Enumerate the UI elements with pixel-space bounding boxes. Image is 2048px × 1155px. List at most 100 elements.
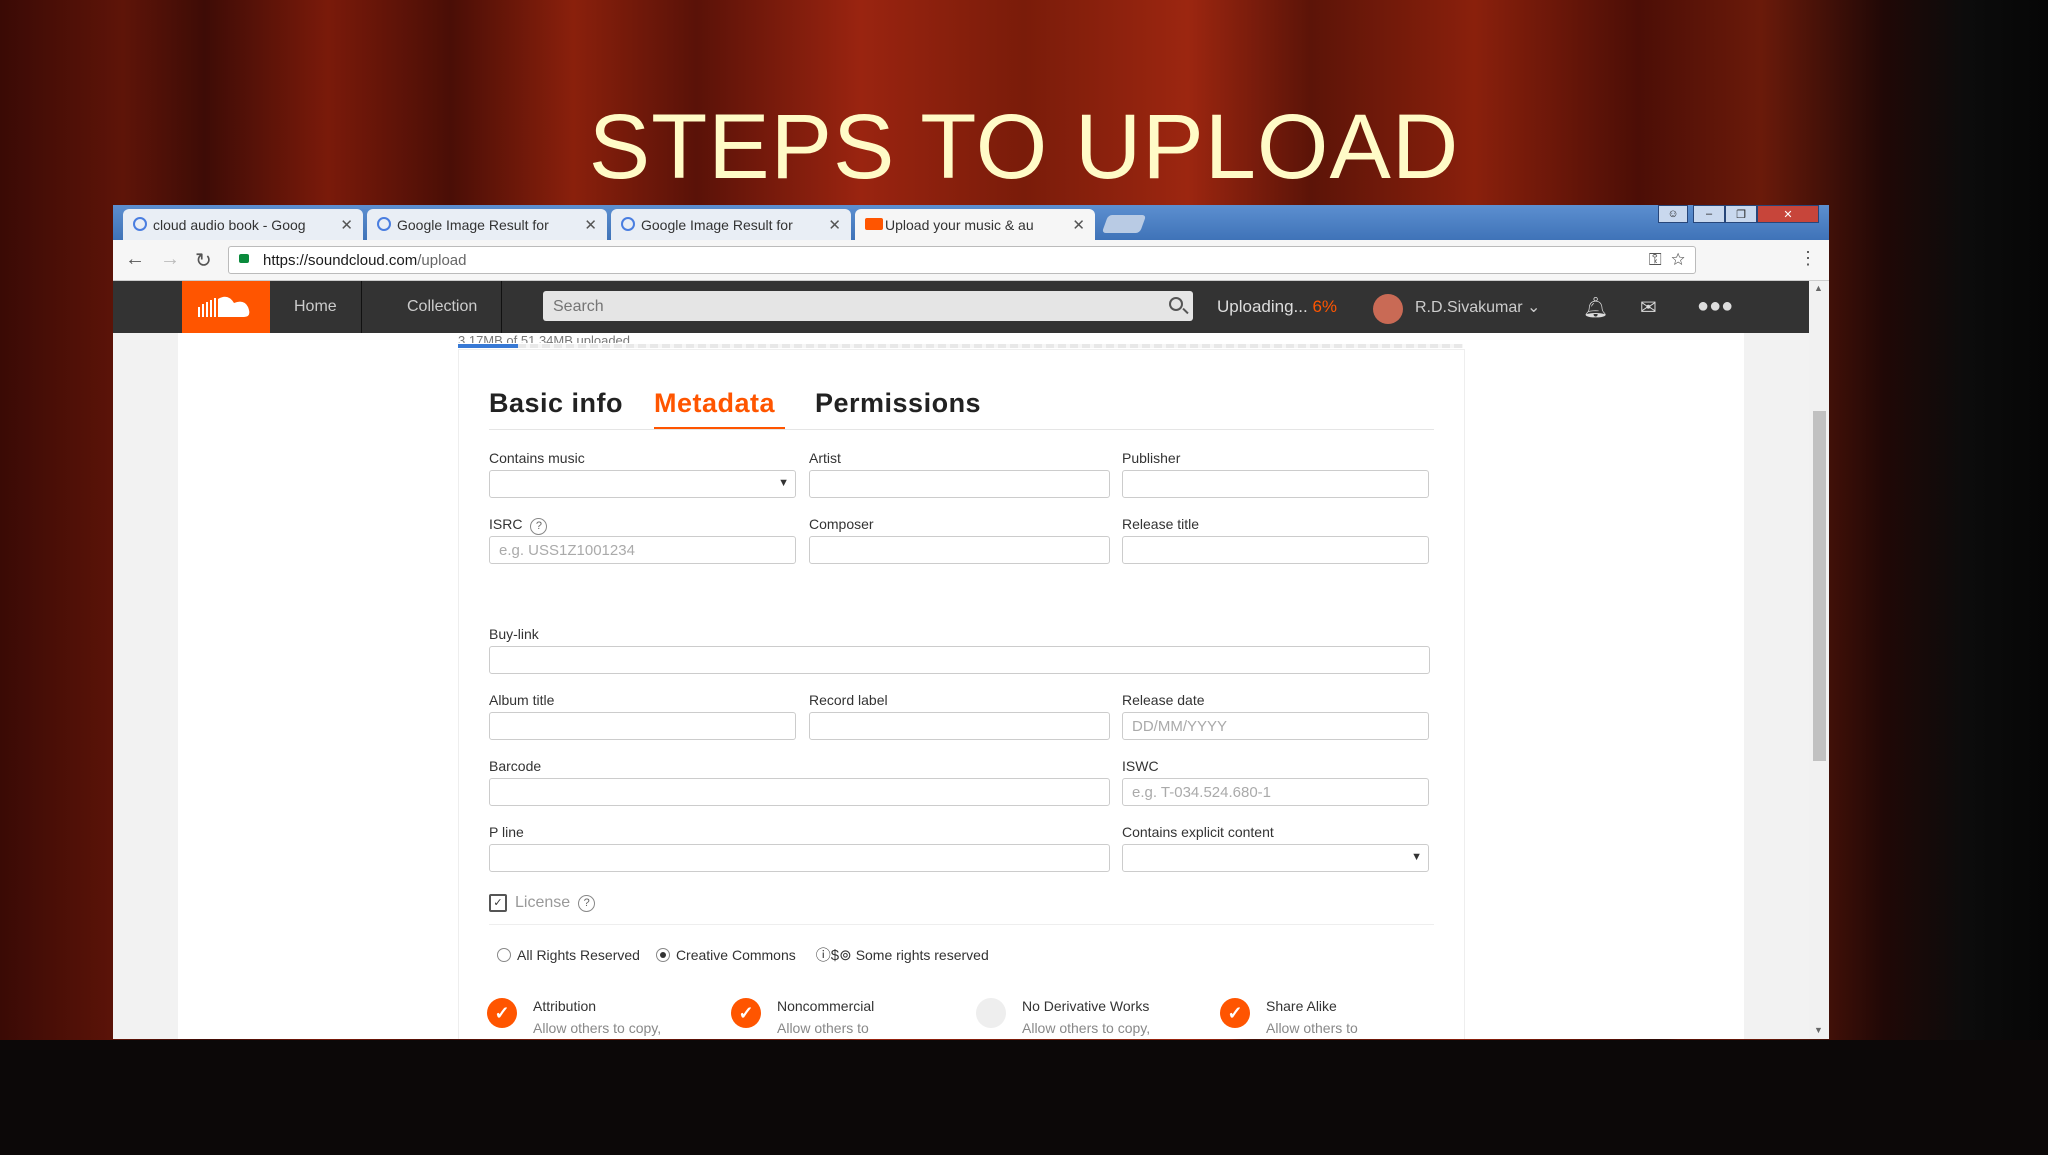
release-date-placeholder: DD/MM/YYYY: [1132, 718, 1228, 735]
tab-permissions[interactable]: Permissions: [815, 388, 981, 419]
contains-explicit-select[interactable]: ▼: [1122, 844, 1429, 872]
tab-upload-music[interactable]: Upload your music & au ✕: [855, 209, 1095, 240]
tab-google-image-1[interactable]: Google Image Result for ✕: [367, 209, 607, 240]
user-menu[interactable]: R.D.Sivakumar ⌄: [1415, 297, 1540, 317]
contains-music-select[interactable]: ▼: [489, 470, 796, 498]
album-title-label: Album title: [489, 692, 555, 708]
upload-progress-bar: [458, 344, 1463, 348]
license-options: All Rights Reserved Creative Commons ⓘ$⊚…: [489, 944, 989, 965]
active-tab-indicator: [654, 427, 785, 429]
isrc-placeholder: e.g. USS1Z1001234: [499, 542, 635, 559]
tab-cloud-audio-book[interactable]: cloud audio book - Goog ✕: [123, 209, 363, 240]
address-bar[interactable]: https://soundcloud.com/upload ⚿ ☆: [228, 246, 1696, 274]
metadata-form: Basic info Metadata Permissions Contains…: [458, 349, 1465, 1039]
scroll-down-icon[interactable]: ▼: [1814, 1025, 1823, 1035]
tab-metadata[interactable]: Metadata: [654, 388, 775, 419]
iswc-field[interactable]: e.g. T-034.524.680-1: [1122, 778, 1429, 806]
search-input[interactable]: [551, 297, 1135, 317]
minimize-icon[interactable]: –: [1693, 205, 1725, 223]
license-toggle[interactable]: ✓ License ?: [489, 894, 596, 912]
isrc-label: ISRC?: [489, 516, 548, 535]
more-icon[interactable]: ●●●: [1697, 295, 1733, 318]
restore-icon[interactable]: ❐: [1725, 205, 1757, 223]
chrome-menu-icon[interactable]: ⋮: [1799, 248, 1817, 269]
publisher-field[interactable]: [1122, 470, 1429, 498]
release-date-label: Release date: [1122, 692, 1205, 708]
search-box: [543, 291, 1193, 321]
dropdown-caret-icon: ▼: [1411, 851, 1422, 863]
window-close-icon[interactable]: ✕: [1757, 205, 1819, 223]
p-line-field[interactable]: [489, 844, 1110, 872]
curtain-floor: [0, 1040, 2048, 1155]
cc-title: Share Alike: [1266, 998, 1337, 1014]
cc-description: Allow others to copy,: [1022, 1020, 1151, 1036]
isrc-field[interactable]: e.g. USS1Z1001234: [489, 536, 796, 564]
barcode-field[interactable]: [489, 778, 1110, 806]
upload-progress-text: 3.17MB of 51.34MB uploaded: [458, 333, 631, 343]
radio-creative-commons[interactable]: [655, 947, 670, 962]
uploading-percent: 6%: [1312, 297, 1338, 316]
profile-icon[interactable]: ☺: [1658, 205, 1688, 223]
bookmark-star-icon[interactable]: ☆: [1671, 250, 1685, 269]
cc-description: Allow others to copy,: [533, 1020, 662, 1036]
composer-field[interactable]: [809, 536, 1110, 564]
key-icon[interactable]: ⚿: [1649, 250, 1662, 269]
close-icon[interactable]: ✕: [340, 216, 353, 234]
new-tab-button[interactable]: [1101, 215, 1147, 233]
check-icon: ✓: [1220, 998, 1250, 1028]
back-icon[interactable]: ←: [125, 248, 145, 271]
nav-collection[interactable]: Collection: [383, 281, 503, 333]
publisher-label: Publisher: [1122, 450, 1181, 466]
tab-label: Upload your music & au: [885, 216, 1034, 233]
tab-basic-info[interactable]: Basic info: [489, 388, 623, 419]
google-icon: [133, 217, 147, 231]
page-scrollbar[interactable]: ▲ ▼: [1809, 281, 1829, 1039]
scrollbar-thumb[interactable]: [1813, 411, 1826, 761]
omnibox-icons: ⚿ ☆: [1649, 250, 1685, 270]
mail-icon[interactable]: ✉: [1640, 295, 1657, 320]
contains-explicit-label: Contains explicit content: [1122, 824, 1274, 840]
user-name: R.D.Sivakumar: [1415, 299, 1523, 316]
iswc-label: ISWC: [1122, 758, 1159, 774]
release-date-field[interactable]: DD/MM/YYYY: [1122, 712, 1429, 740]
cc-title: Attribution: [533, 998, 597, 1014]
album-title-field[interactable]: [489, 712, 796, 740]
avatar[interactable]: [1373, 294, 1403, 324]
check-icon: ✓: [487, 998, 517, 1028]
search-icon[interactable]: [1169, 297, 1183, 311]
buy-link-label: Buy-link: [489, 626, 539, 642]
upload-status[interactable]: Uploading... 6%: [1217, 297, 1337, 317]
record-label-field[interactable]: [809, 712, 1110, 740]
release-title-field[interactable]: [1122, 536, 1429, 564]
tab-google-image-2[interactable]: Google Image Result for ✕: [611, 209, 851, 240]
url-text: https://soundcloud.com/upload: [263, 252, 466, 269]
browser-window: cloud audio book - Goog ✕ Google Image R…: [113, 205, 1829, 1039]
checkbox-icon[interactable]: ✓: [489, 894, 507, 912]
url-host: https://soundcloud.com: [263, 252, 418, 269]
release-title-label: Release title: [1122, 516, 1200, 532]
page-gutter-left: [113, 333, 178, 1039]
scroll-up-icon[interactable]: ▲: [1814, 283, 1823, 293]
close-icon[interactable]: ✕: [828, 216, 841, 234]
cc-note: Some rights reserved: [855, 946, 989, 963]
lock-icon: [239, 254, 249, 263]
bell-icon[interactable]: 🔔︎: [1583, 295, 1608, 320]
artist-field[interactable]: [809, 470, 1110, 498]
tab-label: Google Image Result for: [397, 216, 549, 233]
buy-link-field[interactable]: [489, 646, 1430, 674]
forward-icon[interactable]: →: [160, 248, 180, 271]
nav-home[interactable]: Home: [270, 281, 362, 333]
help-icon[interactable]: ?: [578, 894, 596, 912]
record-label-label: Record label: [809, 692, 888, 708]
isrc-label-text: ISRC: [489, 516, 523, 532]
help-icon[interactable]: ?: [530, 518, 548, 535]
radio-all-rights[interactable]: [497, 947, 511, 962]
license-divider: [489, 924, 1434, 925]
soundcloud-logo[interactable]: [182, 281, 270, 333]
close-icon[interactable]: ✕: [584, 216, 597, 234]
cc-title: No Derivative Works: [1022, 998, 1150, 1014]
reload-icon[interactable]: ↻: [195, 248, 212, 273]
google-icon: [377, 217, 391, 231]
close-icon[interactable]: ✕: [1072, 216, 1085, 234]
cc-description: Allow others to: [1266, 1020, 1358, 1036]
